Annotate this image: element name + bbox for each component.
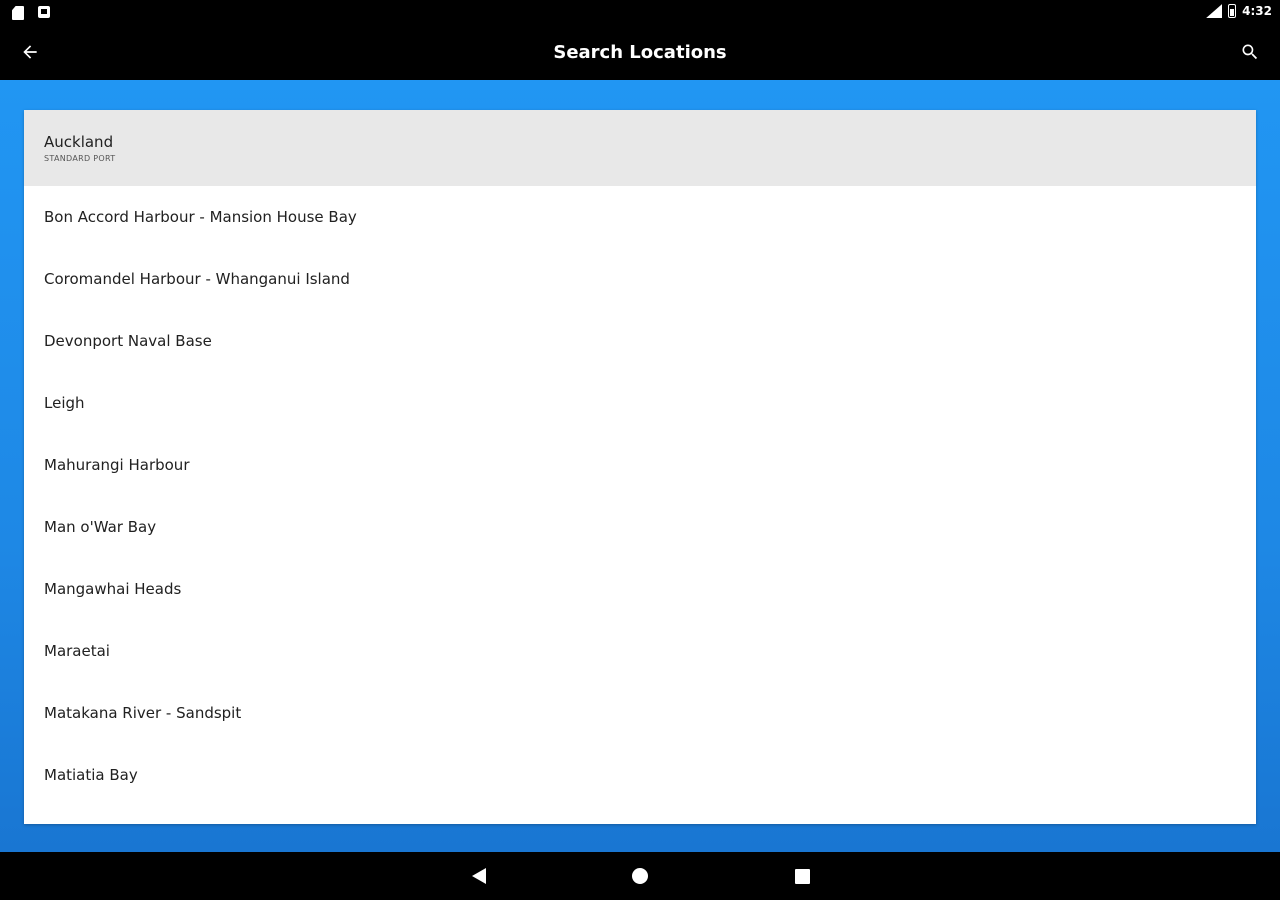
location-name: Man o'War Bay: [44, 518, 157, 536]
back-button[interactable]: [10, 32, 50, 72]
location-item[interactable]: Bon Accord Harbour - Mansion House Bay: [24, 186, 1256, 248]
nav-back-icon: [472, 868, 486, 884]
location-item[interactable]: Coromandel Harbour - Whanganui Island: [24, 248, 1256, 310]
sd-card-icon: [12, 6, 24, 20]
location-item-auckland[interactable]: Auckland STANDARD PORT: [24, 110, 1256, 186]
search-button[interactable]: [1230, 32, 1270, 72]
location-name: Auckland: [44, 133, 114, 151]
location-name: Maraetai: [44, 642, 110, 660]
status-bar: 4:32: [0, 0, 1280, 26]
location-item[interactable]: Man o'War Bay: [24, 496, 1256, 558]
arrow-back-icon: [23, 45, 37, 59]
battery-icon: [1228, 4, 1237, 18]
locations-list: Auckland STANDARD PORT Bon Accord Harbou…: [24, 110, 1256, 806]
nav-back-button[interactable]: [467, 864, 491, 888]
search-icon: [1242, 44, 1258, 60]
location-name: Bon Accord Harbour - Mansion House Bay: [44, 208, 357, 226]
status-time: 4:32: [1242, 4, 1272, 18]
nav-home-icon: [632, 868, 648, 884]
location-item[interactable]: Mahurangi Harbour: [24, 434, 1256, 496]
location-name: Matakana River - Sandspit: [44, 704, 242, 722]
location-item[interactable]: Leigh: [24, 372, 1256, 434]
location-item[interactable]: Mangawhai Heads: [24, 558, 1256, 620]
content-area: Auckland STANDARD PORT Bon Accord Harbou…: [0, 80, 1280, 852]
locations-card: Auckland STANDARD PORT Bon Accord Harbou…: [24, 110, 1256, 824]
location-item[interactable]: Devonport Naval Base: [24, 310, 1256, 372]
nav-recents-icon: [794, 868, 810, 884]
location-name: Mahurangi Harbour: [44, 456, 190, 474]
signal-icon: [1206, 4, 1223, 18]
system-nav-bar: [0, 852, 1280, 900]
location-item[interactable]: Matakana River - Sandspit: [24, 682, 1256, 744]
location-item[interactable]: Matiatia Bay: [24, 744, 1256, 806]
location-name: Leigh: [44, 394, 85, 412]
location-name: Matiatia Bay: [44, 766, 138, 784]
app-bar: Search Locations: [0, 26, 1280, 80]
location-item[interactable]: Maraetai: [24, 620, 1256, 682]
location-name: Devonport Naval Base: [44, 332, 212, 350]
nav-home-button[interactable]: [628, 864, 652, 888]
location-name: Mangawhai Heads: [44, 580, 182, 598]
page-title: Search Locations: [553, 42, 727, 63]
location-name: Coromandel Harbour - Whanganui Island: [44, 270, 350, 288]
notification-square-icon: [38, 6, 50, 18]
nav-recents-button[interactable]: [790, 864, 814, 888]
location-subtitle: STANDARD PORT: [44, 154, 116, 163]
